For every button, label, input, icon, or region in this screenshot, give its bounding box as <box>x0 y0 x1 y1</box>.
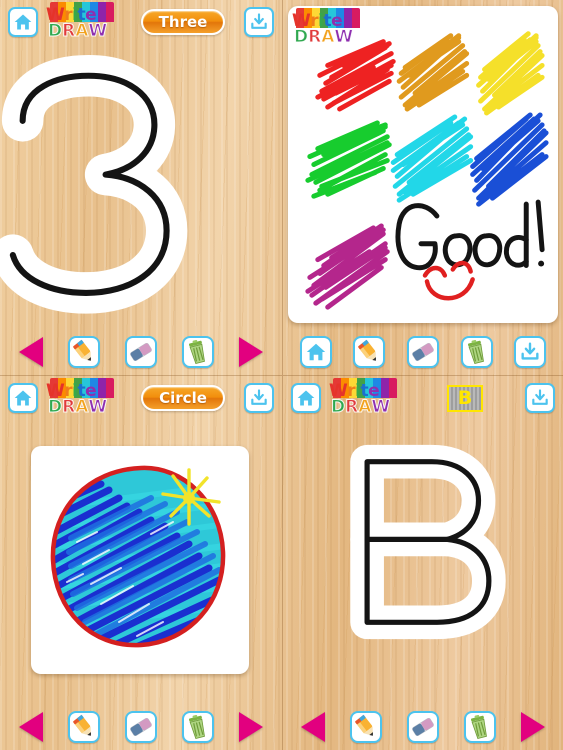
prev-button[interactable] <box>301 712 326 742</box>
panel-top-left: Write DRAW Three <box>0 0 282 375</box>
pencil-tool[interactable] <box>67 711 100 743</box>
canvas-bottom-left[interactable] <box>0 420 282 704</box>
panel-top-right: Write DRAW <box>282 0 563 375</box>
next-button[interactable] <box>520 712 545 742</box>
clear-tool[interactable] <box>182 711 215 743</box>
app-root: Write DRAW Three Write DRAW Write DRAW C… <box>0 0 563 750</box>
prev-button[interactable] <box>18 337 43 367</box>
prev-button[interactable] <box>18 712 43 742</box>
pencil-tool[interactable] <box>353 336 386 368</box>
eraser-tool[interactable] <box>124 336 157 368</box>
panel-bottom-right: Write DRAW B <box>282 375 563 750</box>
next-button[interactable] <box>239 712 264 742</box>
clear-tool[interactable] <box>460 336 493 368</box>
app-logo: Write DRAW <box>44 2 122 42</box>
download-button[interactable] <box>244 383 275 413</box>
lesson-title-pill[interactable]: Three <box>140 9 226 35</box>
toolbar-top-right <box>283 329 563 375</box>
home-button[interactable] <box>291 383 321 413</box>
pencil-tool[interactable] <box>67 336 100 368</box>
letter-badge[interactable]: B <box>447 384 483 412</box>
logo-draw-text: DRAW <box>330 397 391 417</box>
panel-grid: Write DRAW Three Write DRAW Write DRAW C… <box>0 0 563 750</box>
canvas-bottom-right[interactable] <box>283 420 563 704</box>
header-top-left: Write DRAW Three <box>0 0 282 44</box>
canvas-top-right[interactable]: Write DRAW <box>283 6 563 329</box>
download-button[interactable] <box>244 7 274 37</box>
home-button[interactable] <box>8 7 38 37</box>
trace-glyph-b[interactable] <box>283 420 563 704</box>
circle-drawing[interactable] <box>31 446 249 674</box>
drawing-sheet[interactable]: Write DRAW <box>288 6 558 323</box>
trace-glyph-three[interactable] <box>0 44 282 329</box>
toolbar-bottom-left <box>0 704 282 750</box>
free-drawing[interactable] <box>288 6 558 323</box>
app-logo: Write DRAW <box>44 378 122 418</box>
logo-draw-text: DRAW <box>47 21 108 41</box>
logo-draw-text: DRAW <box>47 397 108 417</box>
clear-tool[interactable] <box>182 336 215 368</box>
next-button[interactable] <box>239 337 264 367</box>
eraser-tool[interactable] <box>124 711 157 743</box>
home-button[interactable] <box>8 383 38 413</box>
eraser-tool[interactable] <box>406 336 439 368</box>
lesson-title-pill[interactable]: Circle <box>141 385 225 411</box>
canvas-top-left[interactable] <box>0 44 282 329</box>
download-button[interactable] <box>525 383 555 413</box>
drawing-sheet[interactable] <box>31 446 249 674</box>
toolbar-bottom-right <box>283 704 563 750</box>
header-bottom-left: Write DRAW Circle <box>0 376 282 420</box>
toolbar-top-left <box>0 329 282 375</box>
eraser-tool[interactable] <box>406 711 439 743</box>
app-logo: Write DRAW <box>327 378 405 418</box>
pencil-tool[interactable] <box>350 711 383 743</box>
download-button[interactable] <box>514 336 547 368</box>
panel-bottom-left: Write DRAW Circle <box>0 375 282 750</box>
header-bottom-right: Write DRAW B <box>283 376 563 420</box>
home-button[interactable] <box>299 336 332 368</box>
clear-tool[interactable] <box>463 711 496 743</box>
